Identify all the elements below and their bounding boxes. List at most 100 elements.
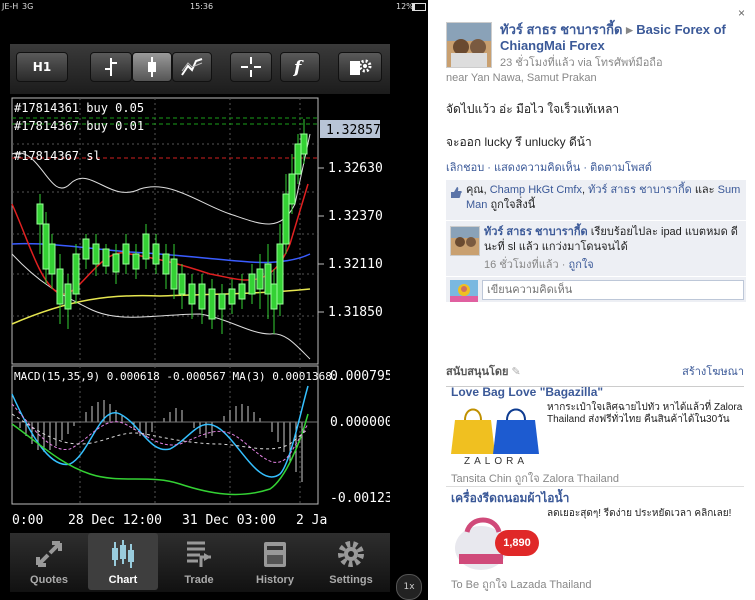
bar-chart-button[interactable] — [90, 52, 132, 82]
ad-zalora-title[interactable]: Love Bag Love "Bagazilla" — [451, 384, 741, 400]
candle-body[interactable] — [48, 243, 56, 275]
time-axis-label: 28 Dec 12:00 — [68, 513, 162, 528]
candle-body[interactable] — [288, 173, 296, 205]
macd-axis-label: -0.001239 — [330, 491, 390, 506]
candle-body[interactable] — [270, 283, 278, 310]
likes-summary: คุณ, Champ HkGt Cmfx, ทัวร์ สาธร ชาบาราก… — [466, 183, 742, 213]
tab-settings[interactable]: Settings — [316, 533, 386, 590]
tab-chart[interactable]: Chart — [88, 533, 158, 590]
price-axis-label: 1.31850 — [328, 305, 383, 320]
status-bar: JE-H 3G 15:36 12% — [0, 0, 428, 14]
post-location[interactable]: near Yan Nawa, Samut Prakan — [446, 70, 746, 86]
tab-quotes-label: Quotes — [30, 574, 68, 586]
candle-body[interactable] — [42, 223, 50, 270]
zalora-logo: ZALORA — [463, 456, 528, 467]
history-icon — [264, 542, 286, 567]
post-actions[interactable]: เลิกชอบ · แสดงความคิดเห็น · ติดตามโพสต์ — [446, 160, 746, 176]
edit-icon: ✎ — [511, 366, 521, 378]
battery-icon — [412, 3, 426, 11]
svg-text:f: f — [293, 58, 304, 78]
candle-body[interactable] — [188, 283, 196, 305]
candle-body[interactable] — [122, 243, 130, 265]
tab-history[interactable]: History — [240, 533, 310, 590]
liker-link-2[interactable]: ทัวร์ สาธร ชาบารากี้ด — [588, 184, 692, 196]
divider — [446, 276, 746, 277]
indicators-button[interactable]: f — [280, 52, 320, 82]
candle-body[interactable] — [56, 268, 64, 305]
comment-author-link[interactable]: ทัวร์ สาธร ชาบารากี้ด — [484, 226, 588, 238]
create-ad-link[interactable]: สร้างโฆษณา — [682, 362, 744, 380]
my-avatar — [450, 280, 478, 308]
candle-body[interactable] — [132, 253, 140, 270]
candle-body[interactable] — [208, 288, 216, 320]
candle-body[interactable] — [282, 193, 290, 245]
tab-trade[interactable]: Trade — [164, 533, 234, 590]
chart-settings-button[interactable] — [338, 52, 382, 82]
comment-like-link[interactable]: ถูกใจ — [569, 259, 594, 271]
candle-body[interactable] — [238, 283, 246, 300]
line-chart-button[interactable] — [172, 52, 212, 82]
candle-body[interactable] — [276, 243, 284, 305]
price-panel-frame — [11, 97, 319, 365]
candle-body[interactable] — [248, 273, 256, 295]
candlestick-button[interactable] — [132, 52, 172, 82]
crosshair-icon — [241, 57, 261, 77]
candle-body[interactable] — [82, 238, 90, 260]
candle-body[interactable] — [178, 273, 186, 295]
candlestick-icon — [148, 57, 156, 77]
tab-quotes[interactable]: Quotes — [14, 533, 84, 590]
candle-body[interactable] — [228, 288, 236, 305]
candle-body[interactable] — [218, 293, 226, 310]
price-axis-label: 1.32370 — [328, 209, 383, 224]
candle-body[interactable] — [92, 243, 100, 265]
price-chart-area[interactable]: #17814361 buy 0.05 #17814367 buy 0.01 #178… — [10, 94, 390, 534]
carrier-label: JE-H — [2, 2, 19, 11]
candle-body[interactable] — [112, 253, 120, 273]
author-avatar[interactable] — [446, 22, 492, 68]
candle-body[interactable] — [198, 283, 206, 310]
ma-red — [11, 183, 309, 295]
close-button[interactable]: × — [738, 6, 745, 20]
likes-separator: , — [581, 184, 586, 196]
ad-lazada-title[interactable]: เครื่องรีดถนอมผ้าไอน้ำ — [451, 490, 741, 506]
chart-toolbar: H1 f — [10, 44, 390, 94]
ad-lazada-image[interactable]: 1,890 — [451, 508, 541, 576]
bar-chart-icon — [105, 58, 117, 76]
candle-body[interactable] — [64, 283, 72, 310]
facebook-post-panel: × ทัวร์ สาธร ชาบารากี้ด ▸ Basic Forex of… — [428, 0, 755, 600]
clock-label: 15:36 — [190, 2, 214, 11]
zoom-button[interactable]: 1x — [396, 574, 422, 600]
liker-link-1[interactable]: Champ HkGt Cmfx — [490, 184, 582, 196]
comment-input[interactable] — [482, 280, 744, 300]
candle-body[interactable] — [72, 253, 80, 295]
crosshair-button[interactable] — [230, 52, 272, 82]
candle-body[interactable] — [294, 143, 302, 175]
candlestick-icon — [112, 540, 134, 568]
candle-body[interactable] — [142, 233, 150, 260]
timeframe-button[interactable]: H1 — [16, 52, 68, 82]
candle-body[interactable] — [152, 243, 160, 265]
macd-axis-label: 0.000000 — [330, 415, 390, 430]
commenter-avatar[interactable] — [450, 226, 480, 256]
author-link[interactable]: ทัวร์ สาธร ชาบารากี้ด — [500, 22, 623, 37]
candle-body[interactable] — [256, 268, 264, 290]
gear-icon — [338, 541, 364, 567]
candle-body[interactable] — [36, 203, 44, 225]
candle-body[interactable] — [300, 133, 308, 155]
price-axis-label: 1.32630 — [328, 161, 383, 176]
candle-body[interactable] — [170, 258, 178, 290]
comment-time[interactable]: 16 ชั่วโมงที่แล้ว — [484, 259, 559, 271]
candlestick-chart[interactable]: #17814361 buy 0.05 #17814367 buy 0.01 #178… — [10, 94, 390, 534]
order-label: #17814361 buy 0.05 — [14, 101, 144, 115]
candle-body[interactable] — [102, 248, 110, 267]
feedback-box: คุณ, Champ HkGt Cmfx, ทัวร์ สาธร ชาบาราก… — [446, 180, 746, 302]
candle-body[interactable] — [264, 263, 272, 295]
time-axis-label: 0:00 — [12, 513, 43, 528]
tab-settings-label: Settings — [329, 574, 373, 586]
ad-lazada-likes: To Be ถูกใจ Lazada Thailand — [451, 579, 592, 591]
order-label: #17814367 sl — [14, 149, 101, 163]
candle-body[interactable] — [162, 253, 170, 275]
post-text-line1: จัดไปแว้ว อ่ะ มือไว ใจเร็วแท้เหลา — [446, 102, 620, 116]
ad-zalora-image[interactable]: ZALORA — [451, 400, 541, 468]
post-time[interactable]: 23 ชั่วโมงที่แล้ว via โทรศัพท์มือถือ — [500, 55, 745, 71]
